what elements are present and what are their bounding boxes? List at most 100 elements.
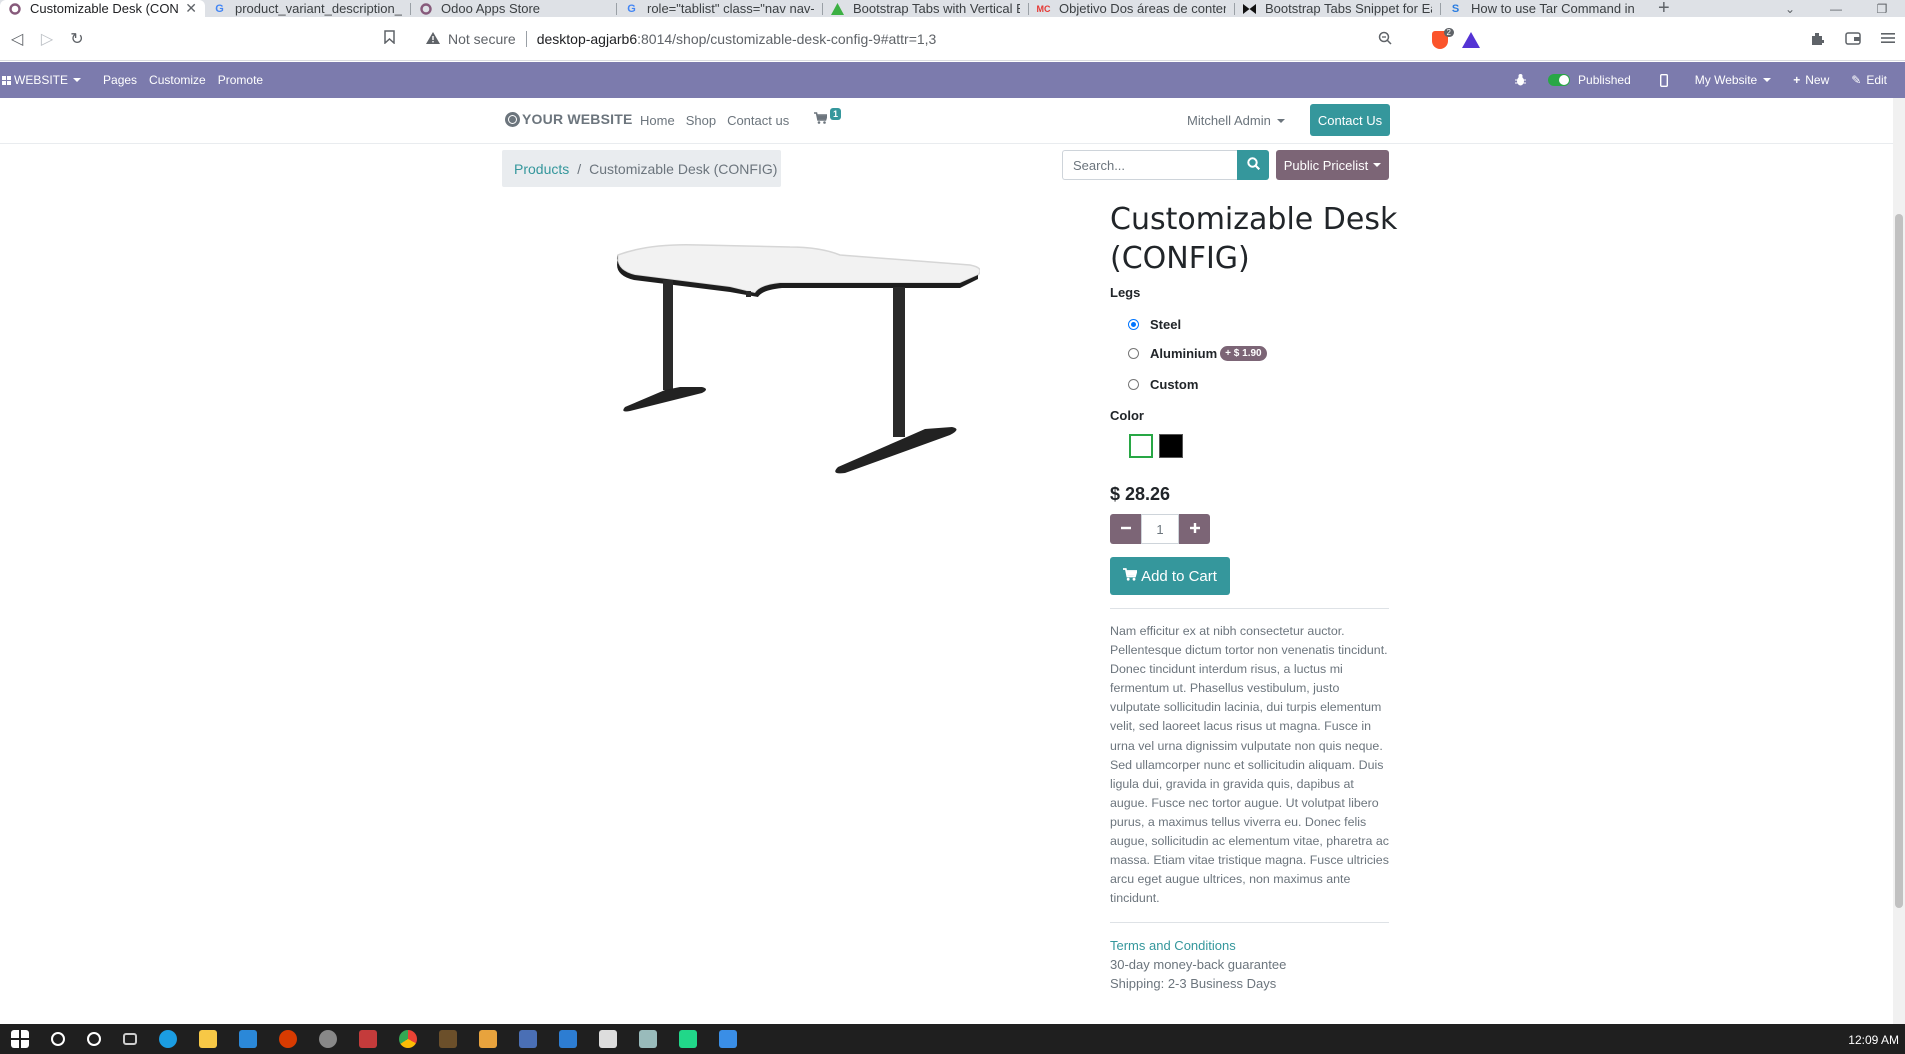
- app-icon[interactable]: [359, 1030, 377, 1048]
- brave-rewards-icon[interactable]: [1462, 32, 1480, 48]
- debug-bug-icon[interactable]: [1504, 74, 1537, 86]
- reload-icon[interactable]: ↻: [62, 29, 92, 49]
- task-view-icon[interactable]: [123, 1033, 137, 1045]
- menu-icon[interactable]: [1881, 31, 1895, 50]
- publish-toggle[interactable]: Published: [1537, 73, 1649, 87]
- product-price: $ 28.26: [1110, 484, 1171, 504]
- browser-tab[interactable]: G role="tablist" class="nav nav-tab: [617, 0, 822, 17]
- photos-icon[interactable]: [719, 1030, 737, 1048]
- main-nav: Home Shop Contact us: [640, 113, 789, 128]
- add-to-cart-button[interactable]: Add to Cart: [1110, 557, 1230, 595]
- my-website-menu[interactable]: My Website: [1684, 73, 1782, 87]
- search-icon[interactable]: [51, 1032, 65, 1046]
- browser-tab[interactable]: G product_variant_description_app: [205, 0, 410, 17]
- bowtie-icon: [1243, 2, 1256, 15]
- cortana-icon[interactable]: [87, 1032, 101, 1046]
- quantity-increase-button[interactable]: [1179, 514, 1210, 544]
- search-input[interactable]: [1062, 150, 1237, 180]
- browser-tab[interactable]: S How to use Tar Command in Lin: [1441, 0, 1646, 17]
- apps-grid-icon: [2, 75, 11, 85]
- pricelist-dropdown[interactable]: Public Pricelist: [1276, 150, 1389, 180]
- app-icon[interactable]: [279, 1030, 297, 1048]
- scrollbar-thumb[interactable]: [1895, 214, 1903, 908]
- minimize-icon[interactable]: —: [1813, 2, 1859, 16]
- app-icon[interactable]: [559, 1030, 577, 1048]
- close-tab-icon[interactable]: ✕: [185, 0, 197, 17]
- zoom-icon[interactable]: [1378, 31, 1392, 48]
- user-menu[interactable]: Mitchell Admin: [1187, 113, 1285, 128]
- browser-tab[interactable]: Odoo Apps Store: [411, 0, 616, 17]
- breadcrumb-products[interactable]: Products: [514, 161, 569, 177]
- promote-menu[interactable]: Promote: [218, 73, 275, 87]
- tab-title: Bootstrap Tabs Snippet for Easie: [1265, 1, 1432, 16]
- chrome-icon[interactable]: [399, 1030, 417, 1048]
- color-swatch-black[interactable]: [1159, 434, 1183, 458]
- browser-tab[interactable]: MC Objetivo Dos áreas de contenid: [1029, 0, 1234, 17]
- nav-home[interactable]: Home: [640, 113, 675, 128]
- mc-icon: MC: [1036, 3, 1051, 14]
- taskbar-clock[interactable]: 12:09 AM: [1848, 1033, 1899, 1047]
- pages-menu[interactable]: Pages: [93, 73, 149, 87]
- window-controls: ⌄ — ❐: [1767, 0, 1905, 17]
- chevron-down-icon[interactable]: ⌄: [1767, 2, 1813, 16]
- browser-tab[interactable]: Bootstrap Tabs Snippet for Easie: [1235, 0, 1440, 17]
- wallet-icon[interactable]: [1845, 31, 1861, 50]
- url-host: desktop-agjarb6: [536, 31, 638, 47]
- promote-label: Promote: [217, 73, 264, 87]
- nav-shop[interactable]: Shop: [686, 113, 716, 128]
- page-scrollbar[interactable]: [1893, 98, 1905, 1024]
- mail-icon[interactable]: [599, 1030, 617, 1048]
- windows-start-icon[interactable]: [11, 1030, 29, 1048]
- tab-title: Bootstrap Tabs with Vertical But: [853, 1, 1020, 16]
- not-secure-label: Not secure: [448, 31, 516, 47]
- store-icon[interactable]: [239, 1030, 257, 1048]
- color-swatch-white[interactable]: [1129, 434, 1153, 458]
- quantity-decrease-button[interactable]: [1110, 514, 1141, 544]
- website-menu[interactable]: WEBSITE: [0, 73, 93, 87]
- plus-icon: +: [1793, 73, 1801, 87]
- nav-contact-us[interactable]: Contact us: [727, 113, 789, 128]
- add-to-cart-label: Add to Cart: [1141, 567, 1217, 585]
- published-switch[interactable]: [1548, 74, 1571, 86]
- pycharm-icon[interactable]: [679, 1030, 697, 1048]
- search-button[interactable]: [1237, 150, 1269, 180]
- product-title-line1: Customizable Desk: [1110, 202, 1398, 237]
- new-tab-button[interactable]: +: [1646, 0, 1682, 17]
- address-bar[interactable]: Not secure desktop-agjarb6:8014/shop/cus…: [412, 26, 1492, 52]
- legs-option-aluminium[interactable]: Aluminium + $ 1.90: [1128, 346, 1267, 361]
- terms-and-conditions-link[interactable]: Terms and Conditions: [1110, 938, 1236, 953]
- quantity-input[interactable]: [1141, 514, 1179, 544]
- app-icon[interactable]: [479, 1030, 497, 1048]
- radio-steel[interactable]: [1128, 319, 1139, 330]
- edge-icon[interactable]: [159, 1030, 177, 1048]
- site-logo[interactable]: YOUR WEBSITE: [505, 111, 633, 127]
- app-icon[interactable]: [439, 1030, 457, 1048]
- customize-menu[interactable]: Customize: [149, 73, 218, 87]
- cart-link[interactable]: 1: [814, 108, 842, 127]
- file-explorer-icon[interactable]: [199, 1030, 217, 1048]
- legs-option-custom[interactable]: Custom: [1128, 377, 1198, 392]
- website-menu-label: WEBSITE: [14, 73, 69, 87]
- product-title-line2: (CONFIG): [1110, 241, 1250, 276]
- edit-button[interactable]: ✎ Edit: [1840, 73, 1905, 87]
- legs-option-steel[interactable]: Steel: [1128, 317, 1181, 332]
- browser-tab[interactable]: Bootstrap Tabs with Vertical But: [823, 0, 1028, 17]
- radio-aluminium[interactable]: [1128, 348, 1139, 359]
- back-icon[interactable]: ◁: [2, 29, 32, 49]
- browser-tab-active[interactable]: Customizable Desk (CONFIG ✕: [0, 0, 205, 17]
- mobile-preview-icon[interactable]: [1649, 73, 1684, 87]
- brave-shield-icon[interactable]: 2: [1432, 28, 1454, 49]
- new-button[interactable]: + New: [1782, 73, 1840, 87]
- google-icon: G: [215, 2, 224, 15]
- restore-icon[interactable]: ❐: [1859, 2, 1905, 16]
- app-icon[interactable]: [319, 1030, 337, 1048]
- extensions-icon[interactable]: [1810, 31, 1825, 50]
- app-icon[interactable]: [639, 1030, 657, 1048]
- bookmark-icon[interactable]: [384, 30, 395, 47]
- contact-us-button[interactable]: Contact Us: [1310, 104, 1390, 136]
- app-icon[interactable]: [519, 1030, 537, 1048]
- edit-label: Edit: [1866, 73, 1887, 87]
- product-image: [610, 235, 981, 480]
- radio-custom[interactable]: [1128, 379, 1139, 390]
- site-header: YOUR WEBSITE Home Shop Contact us 1 Mitc…: [0, 98, 1905, 144]
